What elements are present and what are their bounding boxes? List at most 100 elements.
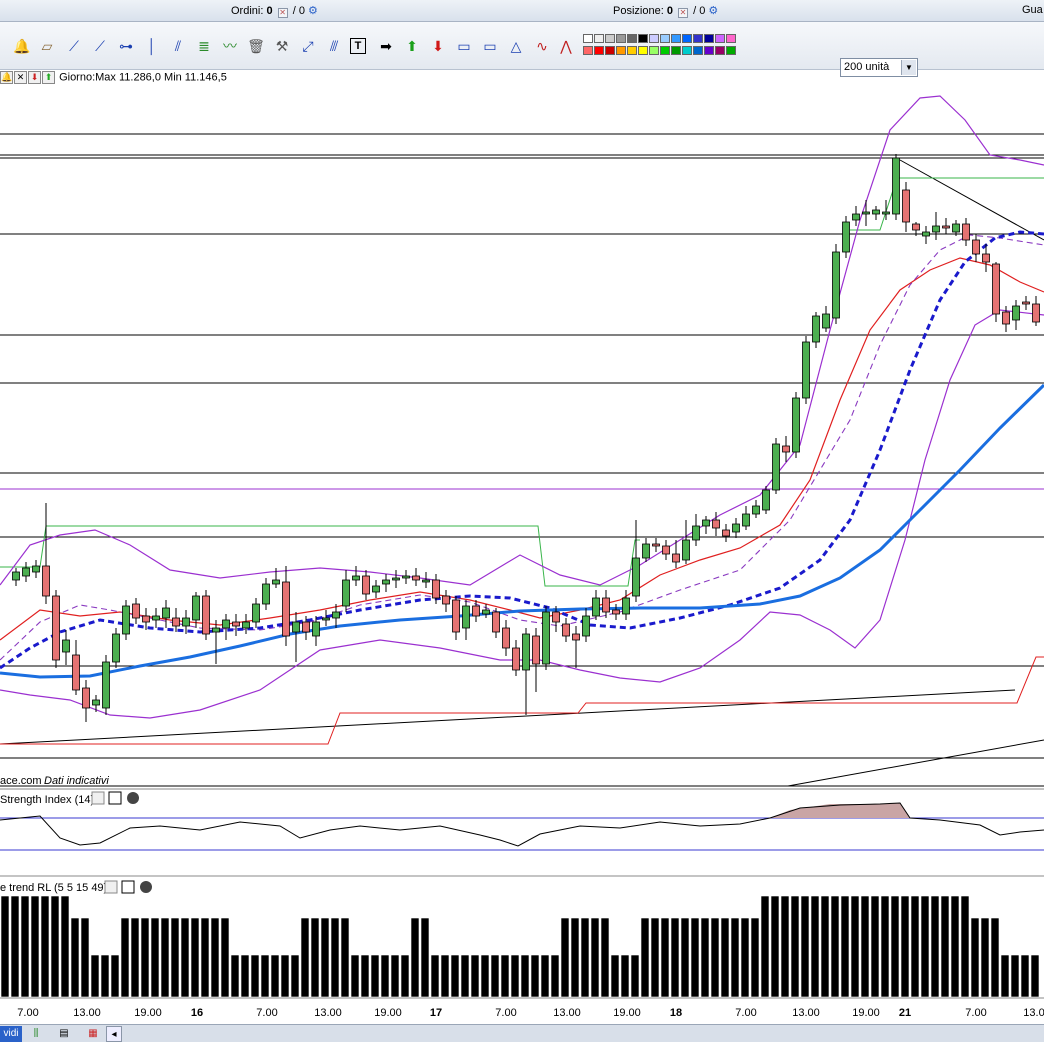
candle-body: [662, 545, 670, 555]
candle-body: [992, 263, 1000, 315]
candle-body: [802, 341, 810, 399]
trend-bar: [20, 895, 30, 998]
trend-bar: [80, 917, 90, 998]
trend-bar: [100, 954, 110, 998]
candle-body: [302, 621, 310, 633]
candle-body: [682, 539, 690, 561]
trend-bar: [690, 917, 700, 998]
trend-bar: [540, 954, 550, 998]
trend-bar: [550, 954, 560, 998]
trend-bar: [1030, 954, 1040, 998]
x-axis-label: 19.00: [134, 1007, 162, 1019]
candles-icon[interactable]: ⫼: [25, 1026, 47, 1042]
tab-active[interactable]: vidi: [0, 1026, 22, 1042]
candle-body: [212, 627, 220, 633]
candle-body: [492, 611, 500, 633]
trend-bar: [630, 954, 640, 998]
trend-bar: [310, 917, 320, 998]
trend-bar: [230, 954, 240, 998]
trend-bar: [70, 917, 80, 998]
x-axis-label: 19.00: [374, 1007, 402, 1019]
sheet-icon[interactable]: ▤: [53, 1026, 75, 1042]
candle-body: [1012, 305, 1020, 321]
trend-bar: [920, 895, 930, 998]
trend-bar: [510, 954, 520, 998]
candle-body: [762, 489, 770, 511]
candle-body: [332, 611, 340, 619]
trend-bar: [430, 954, 440, 998]
candle-body: [792, 397, 800, 453]
x-axis-label: 7.00: [735, 1007, 756, 1019]
candle-body: [272, 579, 280, 585]
candle-body: [342, 579, 350, 607]
candle-body: [812, 315, 820, 343]
candle-body: [902, 189, 910, 223]
x-axis-label: 16: [191, 1007, 203, 1019]
candle-body: [312, 621, 320, 637]
candle-body: [962, 223, 970, 241]
trend-bar: [140, 917, 150, 998]
trend-bar: [330, 917, 340, 998]
candle-body: [262, 583, 270, 605]
trend-bar: [970, 917, 980, 998]
trend-bar: [340, 917, 350, 998]
x-axis-label: 7.00: [17, 1007, 38, 1019]
rsi-maximize-icon: [108, 791, 122, 805]
trend-bar: [0, 895, 10, 998]
trend-bar: [400, 954, 410, 998]
trend-bar: [660, 917, 670, 998]
candle-body: [822, 313, 830, 329]
trend-bar: [700, 917, 710, 998]
candle-body: [732, 523, 740, 533]
candle-body: [592, 597, 600, 617]
candle-body: [612, 609, 620, 615]
trend-bar: [680, 917, 690, 998]
trend-bar: [750, 917, 760, 998]
candle-body: [952, 223, 960, 233]
red-moving-average: [0, 257, 1044, 641]
candle-body: [622, 597, 630, 615]
candle-body: [82, 687, 90, 709]
candle-body: [982, 253, 990, 263]
trend-bar: [950, 895, 960, 998]
trend-bar: [650, 917, 660, 998]
x-axis-label: 7.00: [495, 1007, 516, 1019]
bollinger-lower: [0, 309, 1044, 719]
trend-bar: [710, 917, 720, 998]
candle-body: [62, 639, 70, 653]
candle-body: [912, 223, 920, 231]
trend-close-icon: [140, 881, 152, 893]
trend-bar: [180, 917, 190, 998]
price-chart[interactable]: ace.com Dati indicativi Strength Index (14…: [0, 0, 1044, 1024]
table-icon[interactable]: ▦: [82, 1026, 104, 1042]
trend-bar: [470, 954, 480, 998]
candle-body: [32, 565, 40, 573]
trend-bar: [170, 917, 180, 998]
candle-body: [1002, 311, 1010, 325]
trend-bar: [830, 895, 840, 998]
x-axis-label: 18: [670, 1007, 682, 1019]
trend-bar: [800, 895, 810, 998]
trend-bar: [30, 895, 40, 998]
trend-bar: [90, 954, 100, 998]
candle-body: [842, 221, 850, 253]
trend-bar: [990, 917, 1000, 998]
x-axis-label: 13.00: [73, 1007, 101, 1019]
trend-bar: [60, 895, 70, 998]
trend-bar: [790, 895, 800, 998]
candle-body: [852, 213, 860, 221]
candle-body: [72, 654, 80, 691]
candle-body: [362, 575, 370, 595]
trend-bar: [820, 895, 830, 998]
trend-bar: [40, 895, 50, 998]
trend-bar: [440, 954, 450, 998]
candle-body: [122, 605, 130, 635]
trend-settings-icon: [104, 880, 118, 894]
trend-bar: [530, 954, 540, 998]
trendline: [899, 159, 1044, 241]
trend-bar: [960, 895, 970, 998]
trend-bar: [730, 917, 740, 998]
trend-bar: [760, 895, 770, 998]
trend-bar: [10, 895, 20, 998]
scroll-left-icon[interactable]: ◂: [106, 1026, 122, 1042]
